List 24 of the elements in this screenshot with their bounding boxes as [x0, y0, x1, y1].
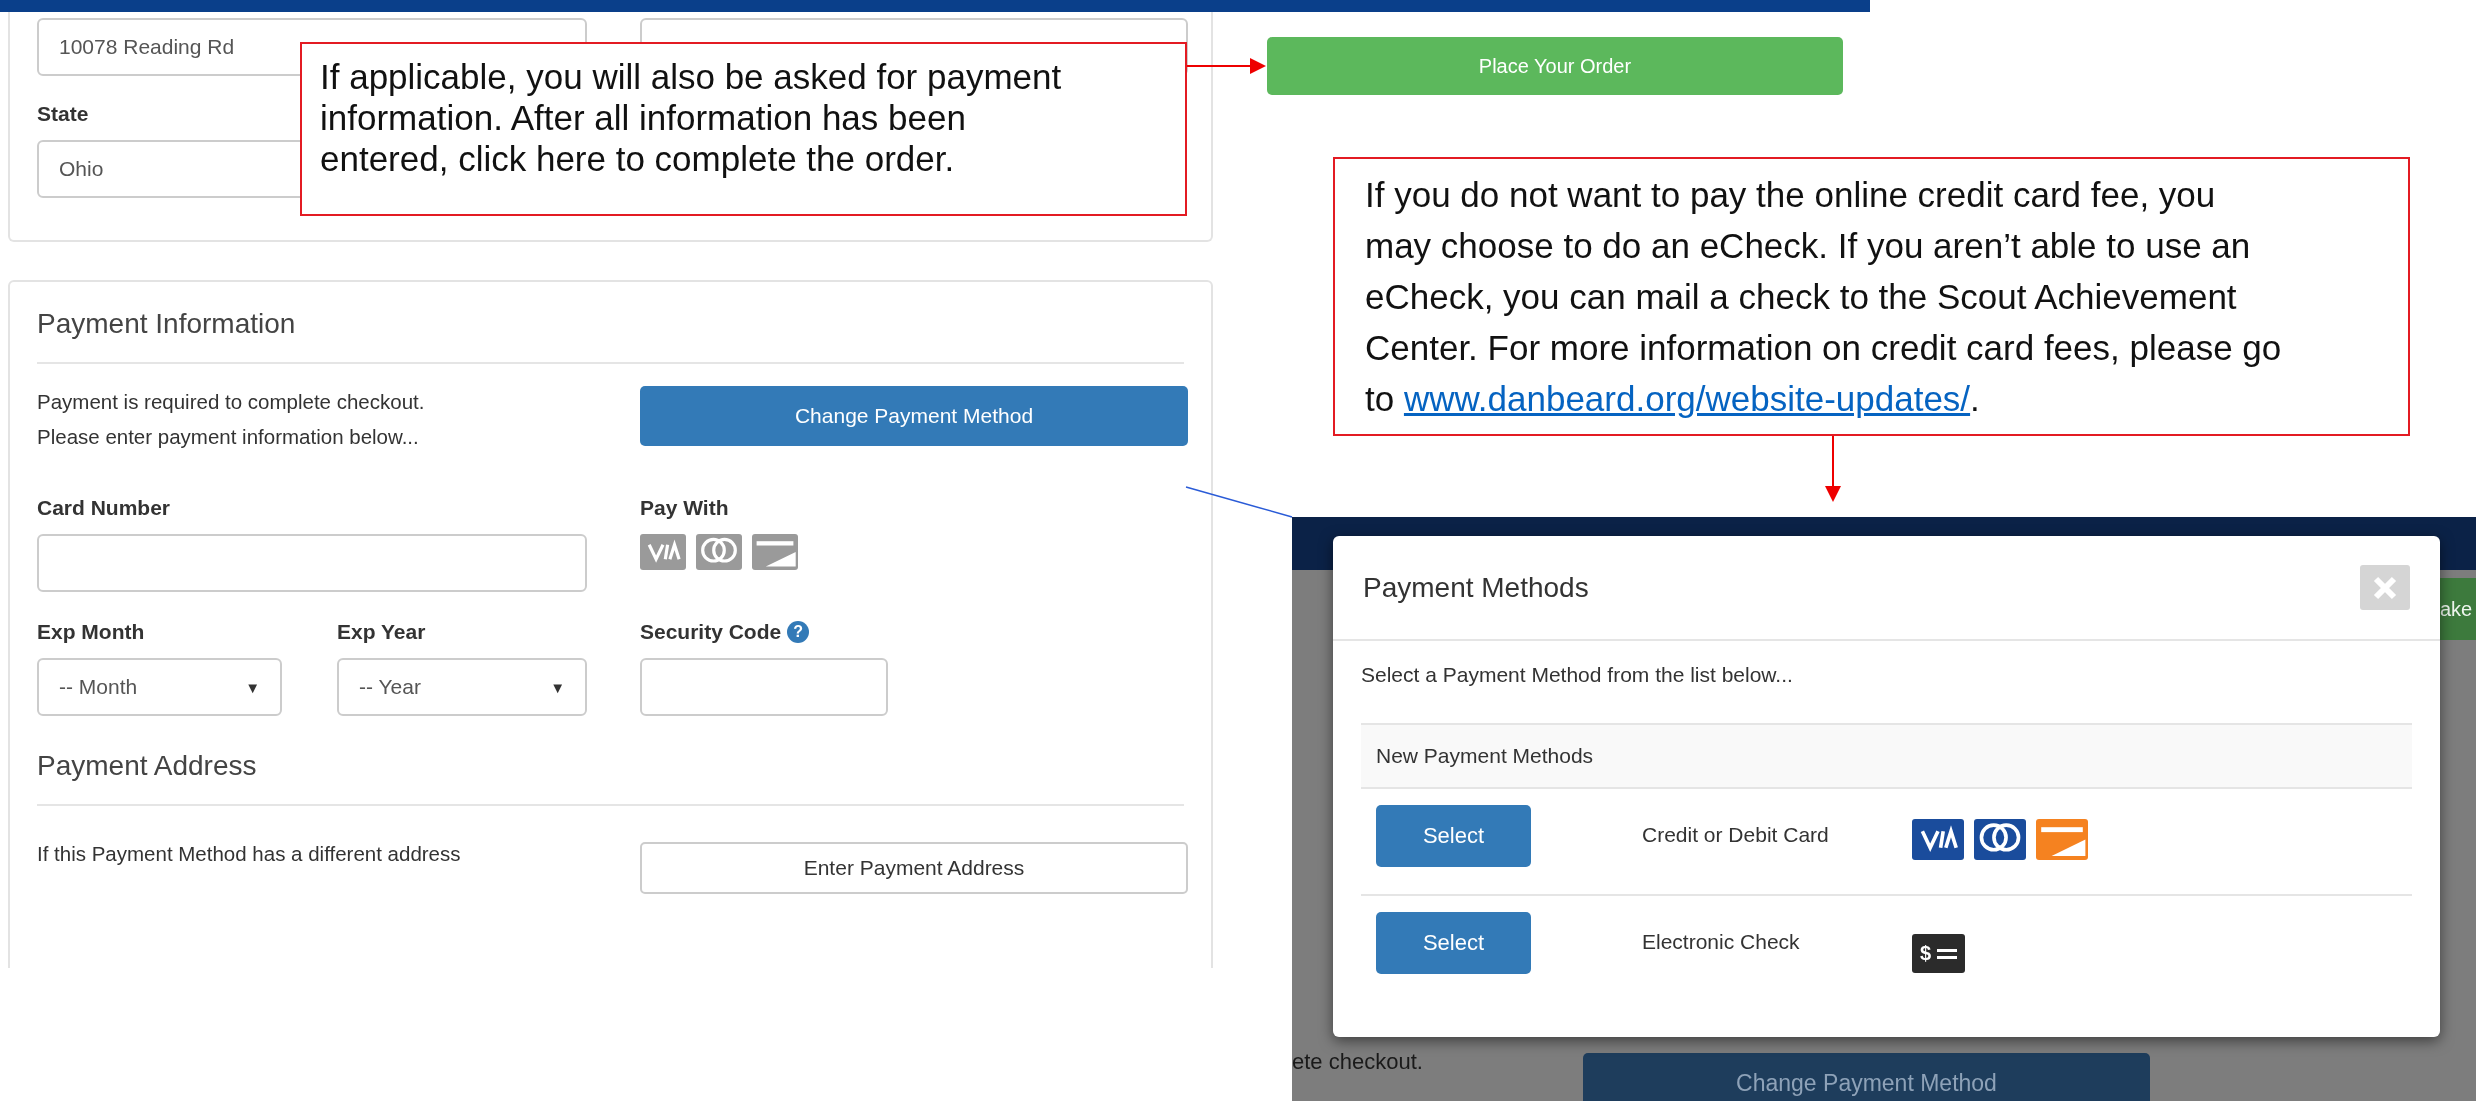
caret-icon: ▼ — [245, 678, 260, 696]
caret-icon: ▼ — [550, 678, 565, 696]
method-name: Credit or Debit Card — [1642, 822, 1830, 847]
field-label: State — [37, 102, 89, 126]
dimmed-text: ete checkout. — [1292, 1049, 1423, 1075]
dropdown-value: -- Year — [359, 675, 421, 699]
field-label: Card Number — [37, 496, 171, 520]
section-title: Payment Address — [37, 750, 258, 782]
notice-text: Payment is required to complete checkout. — [37, 389, 426, 415]
check-icon: $ — [1912, 934, 1966, 973]
callout-tooltip: If you do not want to pay the online credit card fee, you may choose to do an eCheck. If you aren’t able to use an eCheck, you can mail a check to the Scout Achievement Center. For more information on credit card fees, please go to www.danbeard.org/website-updates/. — [1333, 157, 2410, 436]
intro-text: Select a Payment Method from the list below... — [1361, 663, 1794, 687]
field-label: Pay With — [640, 496, 729, 520]
modal-title: Payment Methods — [1363, 571, 1589, 604]
table-header: New Payment Methods — [1361, 723, 2412, 789]
notice-text: Please enter payment information below... — [37, 424, 420, 450]
section-title: Payment Information — [37, 308, 297, 340]
callout-tooltip: If applicable, you will also be asked for payment information. After all information has been entered, click here to complete the order. — [300, 42, 1187, 216]
field-label: Exp Month — [37, 620, 145, 644]
field-label: Exp Year — [337, 620, 426, 644]
notice-text: If this Payment Method has a different address — [37, 841, 462, 867]
dropdown-value: -- Month — [59, 675, 138, 699]
method-name: Electronic Check — [1642, 929, 1801, 954]
field-label: Security Code — [640, 620, 782, 644]
